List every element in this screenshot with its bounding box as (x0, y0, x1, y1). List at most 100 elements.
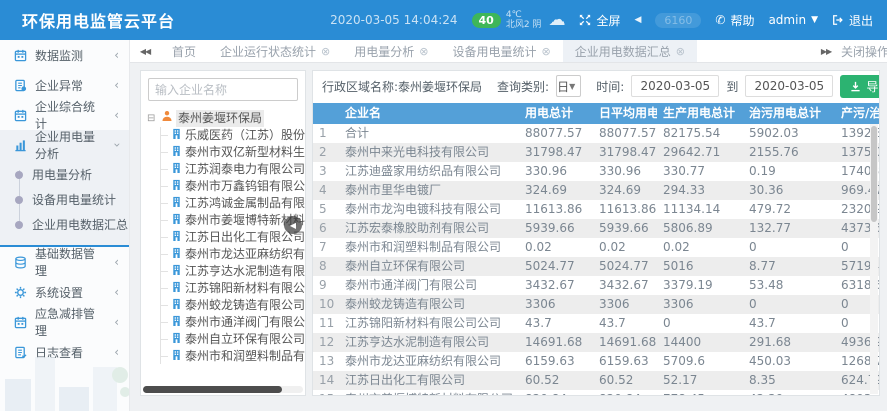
table-row[interactable]: 3江苏迪盛家用纺织品有限公司330.96330.96330.770.191740… (313, 162, 880, 181)
date-from-input[interactable] (631, 75, 719, 97)
table-row[interactable]: 15泰州市姜堰博特新材料有限公司820.84820.84778.4542.394… (313, 390, 880, 396)
user-menu[interactable]: admin ▼ (768, 13, 818, 27)
tab-label: 企业用电数据汇总 (575, 43, 671, 60)
tree-connector (161, 135, 168, 136)
tree-expander-icon[interactable]: ⊟ (147, 110, 158, 127)
sidebar-item-4[interactable]: 基础数据管理‹ (0, 247, 129, 277)
sidebar-item-0[interactable]: 数据监测‹ (0, 40, 129, 70)
table-cell: 8.77 (743, 257, 835, 276)
tree-company-node[interactable]: 泰州市万鑫钨钼有限公司 (161, 178, 301, 195)
logout-button[interactable]: 退出 (832, 12, 873, 29)
vertical-scrollbar[interactable] (870, 124, 878, 394)
sidebar-subitem-2[interactable]: 企业用电数据汇总 (0, 212, 129, 237)
table-cell: 820.84 (593, 390, 657, 396)
time-label: 时间: (596, 78, 624, 95)
tree-company-label: 泰州市和润塑料制品有限公司 (185, 348, 305, 364)
log-icon (13, 345, 27, 359)
table-cell: 0.02 (657, 238, 743, 257)
weather-wind: 北风2 阴 (506, 20, 542, 30)
tree-company-node[interactable]: 泰州蛟龙铸造有限公司 (161, 297, 301, 314)
tree-company-node[interactable]: 江苏锦阳新材料有限公司公司 (161, 280, 301, 297)
tab-1[interactable]: 企业运行状态统计⊗ (208, 40, 342, 62)
tree-root-0[interactable]: ⊟泰州姜堰环保局 (147, 110, 301, 127)
tab-2[interactable]: 用电量分析⊗ (342, 40, 440, 62)
sidebar-item-3[interactable]: 企业用电量分析‹ (0, 130, 129, 160)
building-icon (171, 280, 182, 297)
search-input[interactable] (148, 78, 298, 101)
export-button[interactable]: 导出 (840, 75, 880, 98)
table-cell: 9 (313, 276, 339, 295)
tab-0[interactable]: 首页 (160, 40, 208, 62)
table-row[interactable]: 1合计88077.5788077.5782175.545902.031392.3… (313, 124, 880, 143)
tabs-scroll-left-icon[interactable]: ◀◀ (130, 40, 160, 62)
tree-company-node[interactable]: 乐威医药（江苏）股份有限公司 (161, 127, 301, 144)
tree-company-node[interactable]: 泰州市和润塑料制品有限公司 (161, 348, 301, 364)
table-row[interactable]: 6江苏宏泰橡胶助剂有限公司5939.665939.665806.89132.77… (313, 219, 880, 238)
table-row[interactable]: 10泰州蛟龙铸造有限公司33063306330600 (313, 295, 880, 314)
logout-icon (832, 14, 844, 26)
tree-connector (161, 271, 168, 272)
sidebar-item-5[interactable]: 系统设置‹ (0, 277, 129, 307)
tree-company-node[interactable]: 泰州市通洋阀门有限公司 (161, 314, 301, 331)
table-cell: 88077.57 (593, 124, 657, 143)
date-to-input[interactable] (745, 75, 833, 97)
tree-connector (161, 203, 168, 204)
vertical-scrollbar-thumb[interactable] (871, 126, 877, 222)
tab-close-icon[interactable]: ⊗ (419, 46, 428, 57)
tree-company-node[interactable]: 泰州自立环保有限公司 (161, 331, 301, 348)
tab-close-icon[interactable]: ⊗ (676, 46, 685, 57)
horizontal-scrollbar-thumb[interactable] (143, 386, 282, 393)
sidebar-item-6[interactable]: 应急减排管理‹ (0, 307, 129, 337)
table-cell: 52.17 (657, 371, 743, 390)
tree-company-node[interactable]: 泰州市龙达亚麻纺织有限公司 (161, 246, 301, 263)
marquee-collapse-icon[interactable]: ◀ (634, 15, 641, 25)
table-cell: 江苏迪盛家用纺织品有限公司 (339, 162, 519, 181)
sidebar-subitem-1[interactable]: 设备用电量统计 (0, 187, 129, 212)
fullscreen-button[interactable]: 全屏 (579, 12, 620, 29)
table-row[interactable]: 9泰州市通洋阀门有限公司3432.673432.673379.1953.4863… (313, 276, 880, 295)
sidebar-subitem-label: 设备用电量统计 (32, 191, 116, 208)
table-row[interactable]: 13泰州市龙达亚麻纺织有限公司6159.636159.635709.6450.0… (313, 352, 880, 371)
content-area: ⊟泰州姜堰环保局乐威医药（江苏）股份有限公司泰州市双亿新型材料生产有限公司江苏润… (130, 63, 887, 411)
tree-company-node[interactable]: 泰州市姜堰博特新材料有限公司 (161, 212, 301, 229)
table-row[interactable]: 5泰州市龙沟电镀科技有限公司11613.8611613.8611134.1447… (313, 200, 880, 219)
table-cell: 1 (313, 124, 339, 143)
chevron-icon: ‹ (114, 315, 119, 329)
tree-company-node[interactable]: 泰州市双亿新型材料生产有限公司 (161, 144, 301, 161)
weather-temp: 4℃ (506, 10, 542, 20)
horizontal-scrollbar[interactable] (143, 386, 303, 393)
building-icon (171, 178, 182, 195)
tab-close-icon[interactable]: ⊗ (542, 46, 551, 57)
tab-3[interactable]: 设备用电量统计⊗ (440, 40, 562, 62)
table-row[interactable]: 7泰州市和润塑料制品有限公司0.020.020.0200 (313, 238, 880, 257)
tree-company-node[interactable]: 江苏鸿诚金属制品有限公司 (161, 195, 301, 212)
sidebar-item-2[interactable]: 企业综合统计‹ (0, 100, 129, 130)
sidebar-subitem-0[interactable]: 用电量分析 (0, 162, 129, 187)
table-cell: 0 (657, 314, 743, 333)
table-cell: 3 (313, 162, 339, 181)
close-operations-dropdown[interactable]: 关闭操作 (841, 40, 887, 62)
tree-company-node[interactable]: 江苏日出化工有限公司 (161, 229, 301, 246)
table-cell: 60.52 (519, 371, 593, 390)
table-row[interactable]: 2泰州中来光电科技有限公司31798.4731798.4729642.71215… (313, 143, 880, 162)
tab-close-icon[interactable]: ⊗ (321, 46, 330, 57)
table-row[interactable]: 11江苏锦阳新材料有限公司公司43.743.7043.70 (313, 314, 880, 333)
region-label: 行政区域名称:泰州姜堰环保局 (322, 78, 482, 95)
tree-company-node[interactable]: 江苏亨达水泥制造有限公司 (161, 263, 301, 280)
query-type-select[interactable]: 日 ▼ (556, 75, 581, 97)
tabs-scroll-right-icon[interactable]: ▶▶ (811, 40, 841, 62)
help-button[interactable]: ✆ 帮助 (715, 12, 754, 29)
sidebar-item-7[interactable]: 日志查看‹ (0, 337, 129, 367)
table-cell: 3306 (519, 295, 593, 314)
sidebar-item-1[interactable]: 企业异常‹ (0, 70, 129, 100)
table-row[interactable]: 14江苏日出化工有限公司60.5260.5252.178.35624.79 (313, 371, 880, 390)
tab-4[interactable]: 企业用电数据汇总 ⊗ (563, 40, 697, 62)
table-cell: 10 (313, 295, 339, 314)
collapse-tree-button[interactable]: ◀ (284, 216, 302, 234)
tree-connector (161, 356, 168, 357)
tab-bar: ◀◀ 首页企业运行状态统计⊗用电量分析⊗设备用电量统计⊗ 企业用电数据汇总 ⊗ ▶▶… (130, 40, 887, 63)
table-row[interactable]: 8泰州自立环保有限公司5024.775024.7750168.7757194.9… (313, 257, 880, 276)
table-row[interactable]: 12江苏亨达水泥制造有限公司14691.6814691.6814400291.6… (313, 333, 880, 352)
tree-company-node[interactable]: 江苏润泰电力有限公司 (161, 161, 301, 178)
table-row[interactable]: 4泰州市里华电镀厂324.69324.69294.3330.36969.47 (313, 181, 880, 200)
